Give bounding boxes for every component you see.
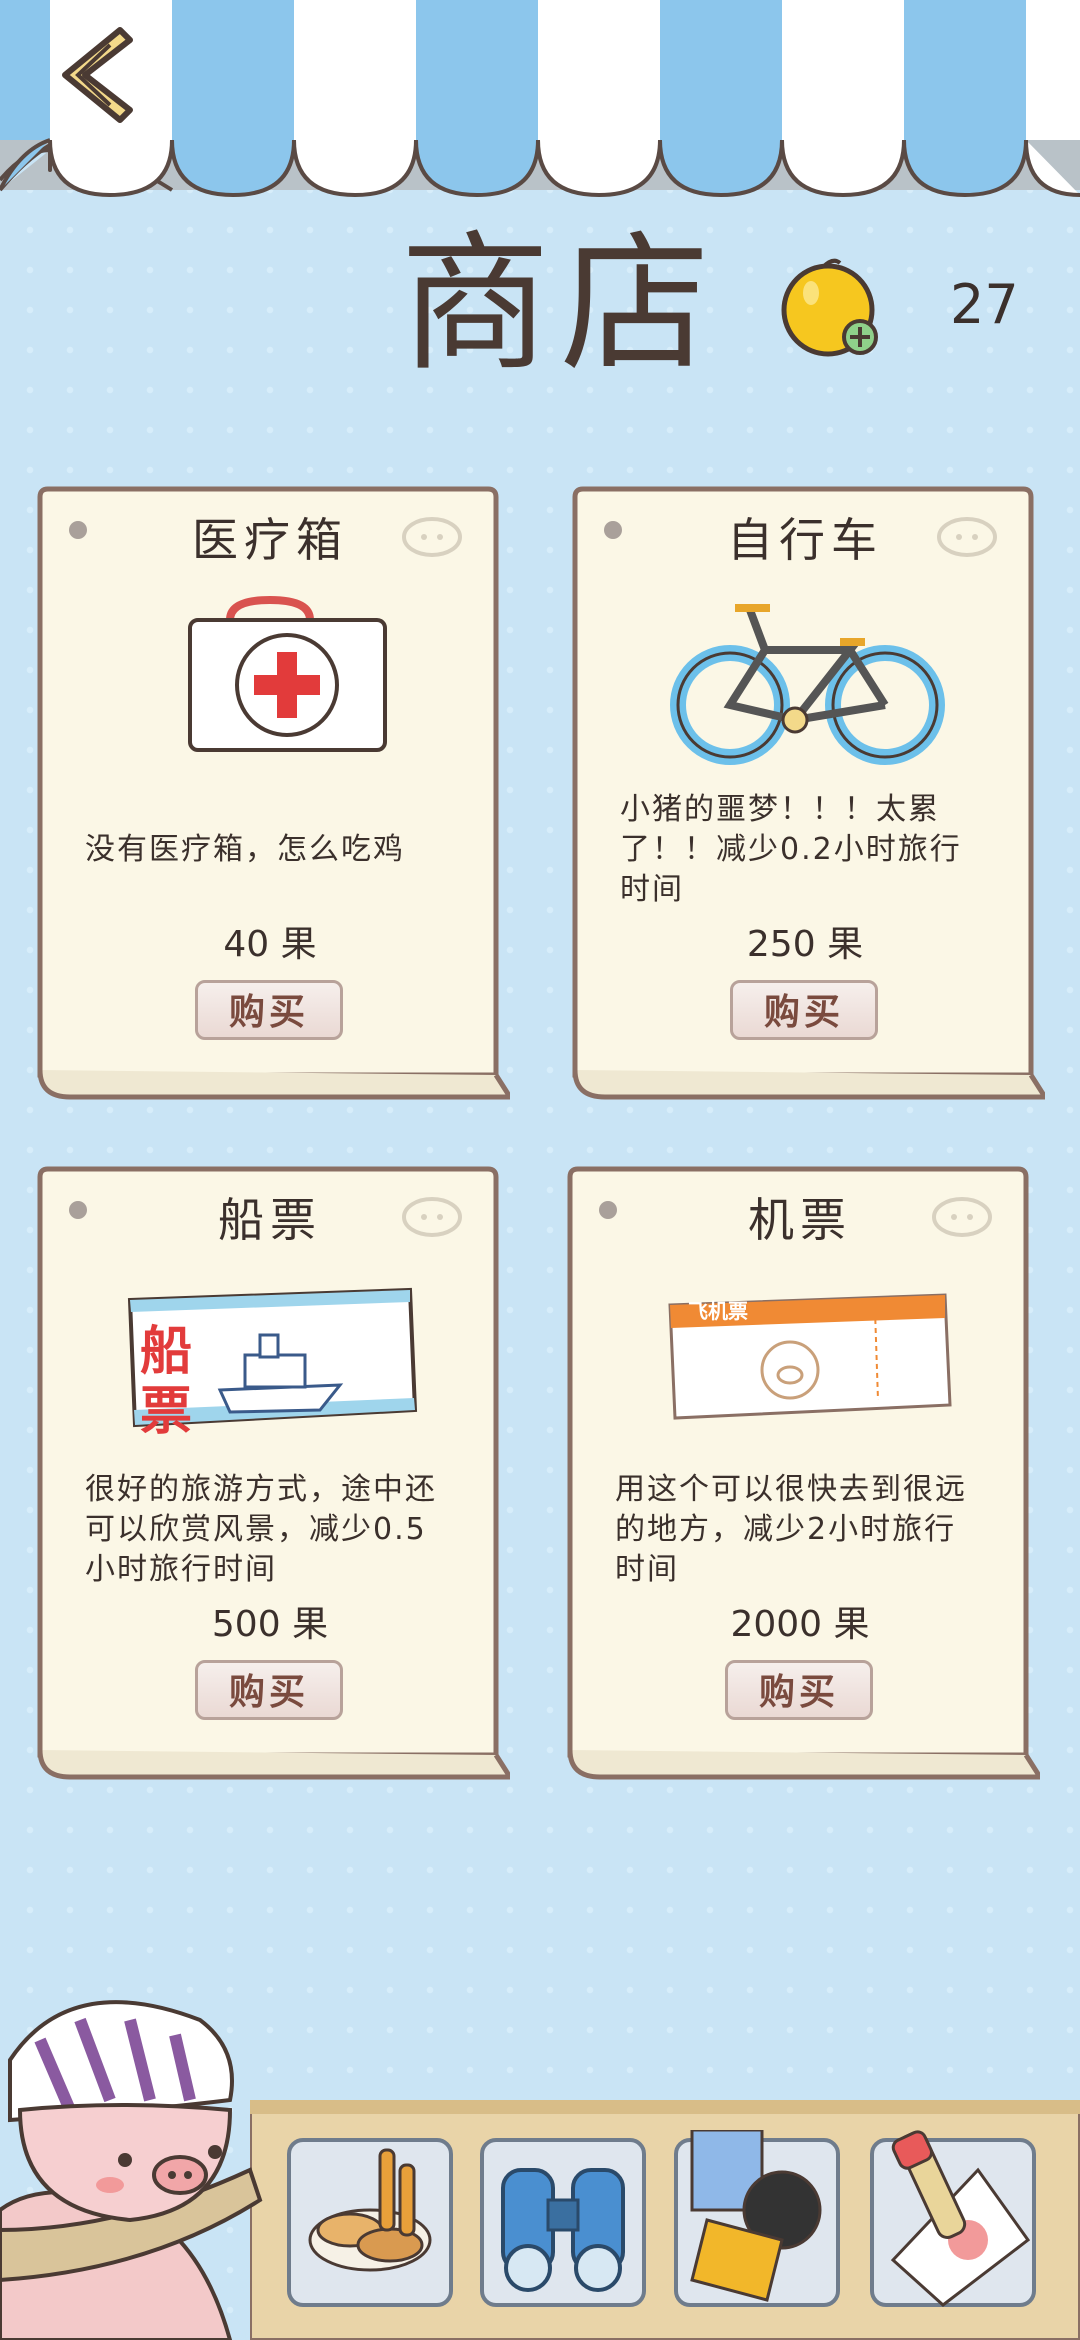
item-price: 250 果 [746, 924, 864, 965]
item-title: 自行车 [727, 513, 883, 567]
inventory-slot-binoculars[interactable] [478, 2130, 648, 2310]
item-description: 小猪的噩梦！！！太累了！！减少0.2小时旅行时间 [620, 792, 962, 907]
buy-button[interactable]: 购买 [195, 980, 343, 1040]
item-price: 40 果 [223, 924, 317, 965]
item-title: 机票 [748, 1193, 852, 1247]
inventory-slot-food[interactable] [285, 2130, 455, 2310]
coin-count: 27 [950, 273, 1019, 336]
pig-character-avatar [0, 2000, 263, 2340]
shop-item-bicycle: 自行车 小猪的噩梦！！！太累了！！减少0.2小时旅行时间 250 果 购买 [565, 485, 1045, 1105]
shop-awning [0, 0, 1080, 198]
item-title: 医疗箱 [192, 513, 348, 567]
item-description: 没有医疗箱，怎么吃鸡 [85, 832, 405, 867]
item-price: 2000 果 [730, 1604, 870, 1645]
item-title: 船票 [218, 1193, 322, 1247]
coin-add-icon[interactable] [778, 255, 888, 365]
shop-item-plane-ticket: 机票 飞机票 用这个可以很快去到很远的地方，减少2小时旅行时间 2000 果 购… [560, 1165, 1040, 1785]
shop-item-boat-ticket: 船票 船 票 很好的旅游方式，途中还可以欣赏风景，减少0.5小时旅行时间 500… [30, 1165, 510, 1785]
item-price: 500 果 [211, 1604, 329, 1645]
shop-item-medical-kit: 医疗箱 没有医疗箱，怎么吃鸡 40 果 购买 [30, 485, 510, 1105]
plane-ticket-icon: 飞机票 [640, 1260, 960, 1450]
buy-button[interactable]: 购买 [730, 980, 878, 1040]
back-arrow-icon[interactable] [40, 20, 150, 130]
bicycle-icon [670, 604, 945, 765]
item-description: 很好的旅游方式，途中还可以欣赏风景，减少0.5小时旅行时间 [85, 1472, 437, 1587]
buy-button[interactable]: 购买 [195, 1660, 343, 1720]
buy-button[interactable]: 购买 [725, 1660, 873, 1720]
ticket-label: 飞机票 [688, 1299, 748, 1323]
inventory-slot-paint[interactable] [868, 2130, 1038, 2310]
page-title: 商店 [400, 218, 721, 392]
medical-kit-icon [188, 595, 387, 752]
boat-ticket-icon: 船 票 [110, 1260, 430, 1450]
ticket-label: 船 票 [140, 1322, 273, 1442]
item-description: 用这个可以很快去到很远的地方，减少2小时旅行时间 [615, 1472, 967, 1587]
inventory-slot-book[interactable] [672, 2130, 842, 2310]
